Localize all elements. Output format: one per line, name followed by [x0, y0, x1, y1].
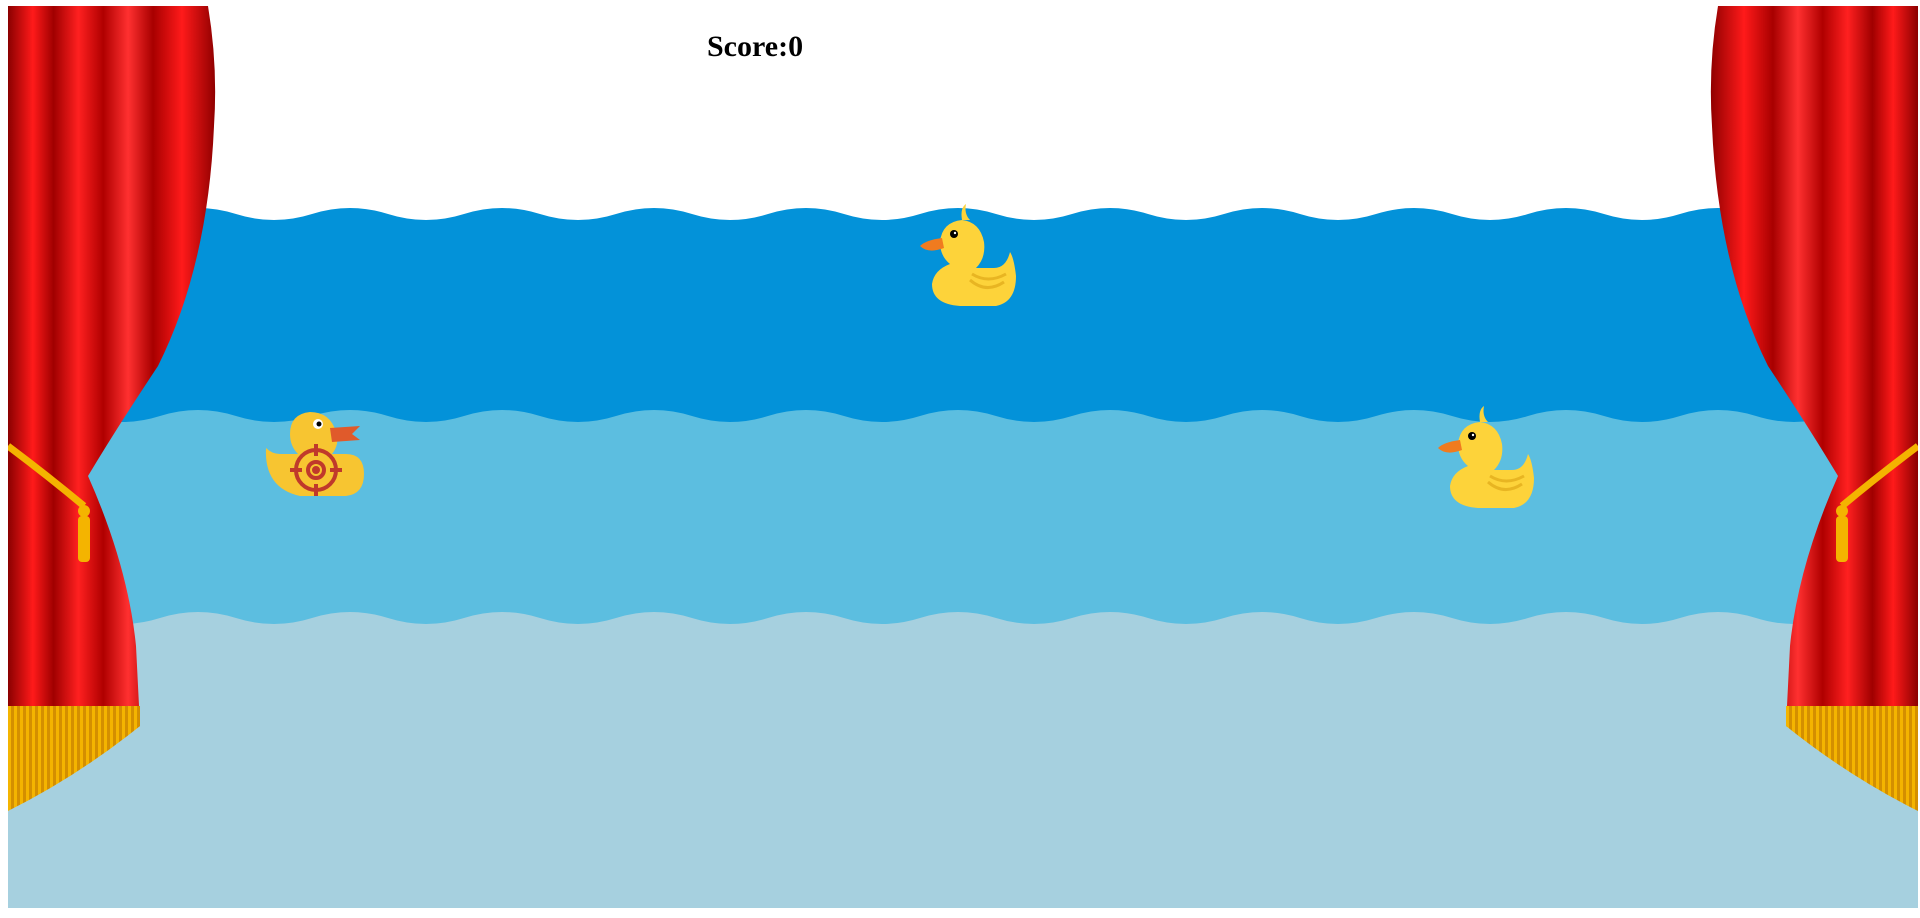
score-label: Score: [707, 30, 789, 63]
rubber-duck-icon[interactable] [260, 398, 372, 510]
left-curtain [8, 6, 216, 811]
rubber-duck-icon[interactable] [912, 198, 1022, 308]
score-display: Score:0 [707, 30, 803, 64]
water-front-layer [8, 612, 1918, 908]
right-curtain [1710, 6, 1918, 811]
rubber-duck-icon[interactable] [1430, 400, 1540, 510]
game-stage[interactable]: Score:0 [8, 6, 1918, 908]
score-value: 0 [788, 30, 804, 63]
